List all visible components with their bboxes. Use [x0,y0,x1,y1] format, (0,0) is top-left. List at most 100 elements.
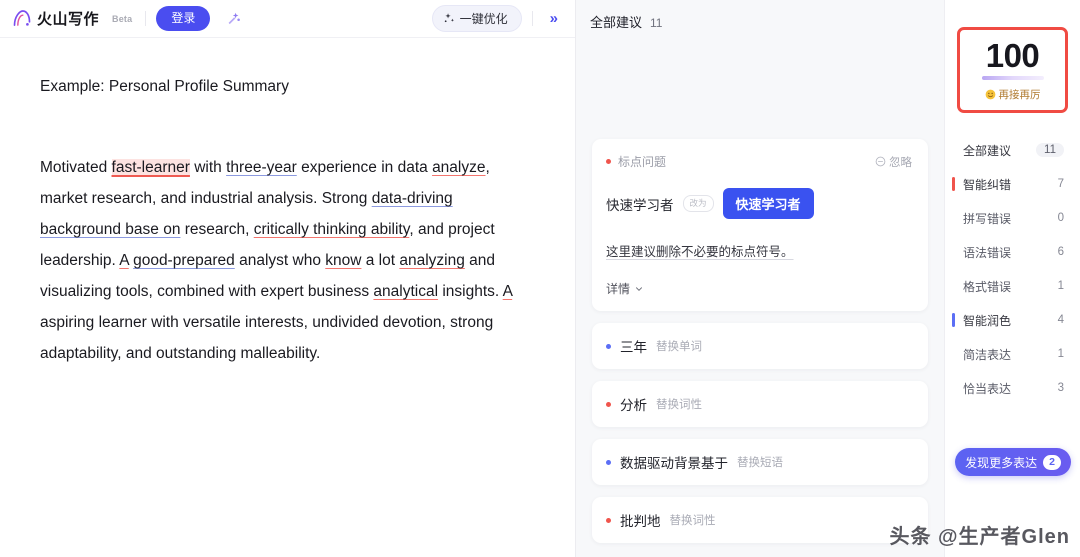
original-word: 快速学习者 [606,197,674,213]
severity-dot-icon [606,459,611,465]
discover-more-label: 发现更多表达 [965,455,1038,470]
text-segment: analyst who [234,252,326,269]
beta-badge: Beta [112,13,133,24]
category-name: 拼写错误 [963,211,1012,226]
suggestion-list: 标点问题 忽略快速学习者 改为 快速学习者这里建议删除不必要的标点符号。 详情三年 替换单… [576,139,944,543]
suggestion-word: 数据驱动背景基于 [620,456,728,471]
category-name: 格式错误 [963,279,1012,294]
ignore-label: 忽略 [889,156,912,169]
score-value: 100 [985,36,1040,74]
suggestion-category-label: 标点问题 [618,155,667,169]
magic-wand-button[interactable] [220,6,246,32]
category-item[interactable]: 智能润色 4 [945,303,1080,337]
category-count: 1 [1057,280,1064,292]
suggestion-card-compact[interactable]: 批判地 替换词性 [592,497,928,543]
details-label: 详情 [606,282,631,296]
category-count: 3 [1057,382,1064,394]
magic-wand-icon [228,12,240,25]
discover-more-count: 2 [1043,454,1061,470]
app-root: 火山写作 Beta 登录 一键优化 » Example: Personal Pr… [0,0,1080,557]
suggestion-action-label: 替换词性 [669,515,716,527]
suggestion-category: 标点问题 [606,153,666,170]
text-segment: Motivated [40,159,112,176]
flagged-text-red[interactable]: analyzing [399,252,465,269]
suggestion-card-compact[interactable]: 三年 替换单词 [592,323,928,369]
category-count: 0 [1057,212,1064,224]
category-count: 6 [1057,246,1064,258]
severity-dot-icon [606,401,611,407]
text-segment: a lot [361,252,400,269]
flagged-text-red[interactable]: A [119,252,128,269]
flagged-text-blue[interactable]: three-year [226,159,297,176]
flagged-text-red[interactable]: know [325,252,361,269]
score-caption: 再接再厉 [985,87,1041,102]
watermark: 头条 @生产者Glen [889,526,1070,548]
document-paragraph[interactable]: Motivated fast-learner with three-year e… [40,152,533,369]
category-item[interactable]: 拼写错误 0 [945,201,1080,235]
chevron-down-icon [636,286,643,291]
text-segment: research, [180,221,254,238]
text-segment: experience in data [296,159,433,176]
discover-more-button[interactable]: 发现更多表达 2 [955,448,1071,476]
suggestion-word: 分析 [620,398,647,413]
apply-replacement-button[interactable]: 快速学习者 [722,188,814,219]
flagged-text-red[interactable]: analytical [373,283,438,300]
suggestion-header: 全部建议 11 [576,0,944,31]
category-name: 简洁表达 [963,347,1012,362]
score-card[interactable]: 100 再接再厉 [957,27,1068,113]
severity-dot-icon [606,517,611,523]
category-count: 11 [1036,143,1064,157]
document-title: Example: Personal Profile Summary [40,78,289,95]
replacement-row: 快速学习者 改为 快速学习者 [606,188,912,219]
details-toggle[interactable]: 详情 [606,280,912,297]
suggestion-card-compact[interactable]: 分析 替换词性 [592,381,928,427]
suggestion-action-label: 替换单词 [656,341,702,353]
category-name: 智能润色 [963,313,1012,328]
smiling-face-icon [985,89,995,99]
toolbar-divider [145,11,147,26]
category-item[interactable]: 智能纠错 7 [945,167,1080,201]
replace-arrow-icon: 改为 [682,195,714,212]
suggestion-card-header: 标点问题 忽略 [606,153,912,170]
text-segment: with [189,159,227,176]
editor-pane: 火山写作 Beta 登录 一键优化 » Example: Personal Pr… [0,0,576,557]
one-click-optimize-button[interactable]: 一键优化 [431,5,522,32]
category-item[interactable]: 恰当表达 3 [945,371,1080,405]
text-segment: insights. [438,283,503,300]
app-logo[interactable]: 火山写作 [12,8,99,29]
flagged-text-red[interactable]: analyze [432,159,485,176]
collapse-panel-button[interactable]: » [543,9,565,28]
app-title: 火山写作 [37,11,100,28]
suggestion-action-label: 替换短语 [737,457,783,469]
volcano-logo-icon [13,10,31,26]
suggestion-word: 三年 [620,340,647,355]
score-underline-decoration [981,75,1044,80]
suggestion-card-compact[interactable]: 数据驱动背景基于 替换短语 [592,439,928,485]
document-body[interactable]: Example: Personal Profile Summary Motiva… [0,38,575,369]
suggestion-header-label: 全部建议 [590,15,643,30]
category-item[interactable]: 语法错误 6 [945,235,1080,269]
severity-dot-icon [606,159,611,164]
category-item[interactable]: 全部建议 11 [945,133,1080,167]
flagged-text-blue[interactable]: good-prepared [133,252,235,269]
suggestion-header-count: 11 [650,16,663,30]
category-list: 全部建议 11 智能纠错 7 拼写错误 0 语法错误 6 格式错误 1 智能润色 4 简洁表达 1 恰当表达… [945,133,1080,405]
category-count: 7 [1057,178,1064,190]
category-item[interactable]: 格式错误 1 [945,269,1080,303]
category-marker-bar [952,313,955,327]
toolbar-divider-2 [531,11,533,26]
right-sidebar: 100 再接再厉 全部建议 11 智能纠错 7 拼写错误 0 语法错误 6 格式错误 1 智能润色 4… [944,0,1080,557]
flagged-text-red[interactable]: A [503,283,512,300]
category-count: 4 [1057,314,1064,326]
minus-circle-icon [875,156,886,167]
suggestion-card-expanded[interactable]: 标点问题 忽略快速学习者 改为 快速学习者这里建议删除不必要的标点符号。 详情 [592,139,928,311]
category-item[interactable]: 简洁表达 1 [945,337,1080,371]
login-button[interactable]: 登录 [156,6,211,31]
category-name: 恰当表达 [963,381,1012,396]
editor-toolbar: 火山写作 Beta 登录 一键优化 » [0,0,575,38]
suggestion-pane: 全部建议 11 标点问题 忽略快速学习者 改为 快速学习者这里建议删除不必要的标点符号… [576,0,944,557]
ignore-button[interactable]: 忽略 [875,154,912,170]
flagged-text-red-highlight[interactable]: fast-learner [111,159,190,176]
suggestion-description: 这里建议删除不必要的标点符号。 [606,245,794,259]
flagged-text-red[interactable]: critically thinking ability [254,221,410,238]
